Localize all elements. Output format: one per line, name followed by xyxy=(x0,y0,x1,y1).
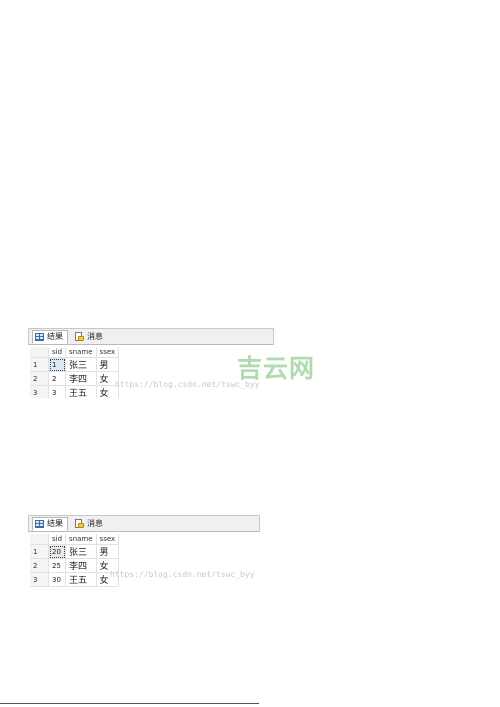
grid-header-row: sid sname ssex xyxy=(30,534,120,545)
grid-header-row: sid sname ssex xyxy=(30,347,120,358)
column-header-ssex[interactable]: ssex xyxy=(96,347,120,358)
grid-corner[interactable] xyxy=(30,534,49,545)
cell-sname[interactable]: 王五 xyxy=(65,385,97,398)
result-tabbar: 结果 消息 xyxy=(28,515,260,532)
cell-sname[interactable]: 王五 xyxy=(65,572,97,587)
cell-sname[interactable]: 李四 xyxy=(65,371,97,386)
row-number[interactable]: 3 xyxy=(30,572,49,587)
tab-results[interactable]: 结果 xyxy=(32,329,68,344)
results-grid: sid sname ssex 1 1 张三 男 2 2 李四 女 3 3 王五 … xyxy=(30,347,120,398)
page: 结果 消息 sid sname ssex 1 1 张三 男 2 2 李四 女 3… xyxy=(0,0,500,707)
url-watermark: https://blog.csdn.net/tswc_byy xyxy=(110,570,255,579)
message-icon xyxy=(75,518,84,529)
column-header-sid[interactable]: sid xyxy=(48,534,67,545)
table-row: 1 1 张三 男 xyxy=(30,357,120,372)
cell-sid[interactable]: 25 xyxy=(48,558,67,573)
page-divider xyxy=(0,703,259,704)
cell-ssex[interactable]: 男 xyxy=(96,544,120,559)
message-icon xyxy=(75,331,84,342)
tab-messages-label: 消息 xyxy=(87,332,103,341)
cell-sname[interactable]: 张三 xyxy=(65,357,97,372)
results-grid: sid sname ssex 1 20 张三 男 2 25 李四 女 3 30 … xyxy=(30,534,120,587)
cell-sname[interactable]: 李四 xyxy=(65,558,97,573)
table-row: 3 3 王五 女 xyxy=(30,385,120,398)
tab-messages[interactable]: 消息 xyxy=(72,517,108,531)
table-row: 3 30 王五 女 xyxy=(30,572,120,587)
column-header-ssex[interactable]: ssex xyxy=(96,534,120,545)
cell-sid[interactable]: 2 xyxy=(48,371,67,386)
grid-corner[interactable] xyxy=(30,347,49,358)
row-number[interactable]: 1 xyxy=(30,544,49,559)
table-row: 2 25 李四 女 xyxy=(30,558,120,573)
row-number[interactable]: 1 xyxy=(30,357,49,372)
tab-results[interactable]: 结果 xyxy=(32,516,68,531)
cell-sid[interactable]: 20 xyxy=(48,544,67,559)
row-number[interactable]: 2 xyxy=(30,371,49,386)
tab-messages[interactable]: 消息 xyxy=(72,330,108,344)
column-header-sname[interactable]: sname xyxy=(65,347,97,358)
table-row: 1 20 张三 男 xyxy=(30,544,120,559)
grid-icon xyxy=(35,519,44,528)
result-tabbar: 结果 消息 xyxy=(28,328,274,345)
site-logo-watermark: 吉云网 xyxy=(237,354,316,383)
tab-messages-label: 消息 xyxy=(87,519,103,528)
table-row: 2 2 李四 女 xyxy=(30,371,120,386)
column-header-sid[interactable]: sid xyxy=(48,347,67,358)
grid-icon xyxy=(35,332,44,341)
row-number[interactable]: 2 xyxy=(30,558,49,573)
tab-results-label: 结果 xyxy=(47,332,63,341)
cell-sid[interactable]: 1 xyxy=(48,357,67,372)
cell-sname[interactable]: 张三 xyxy=(65,544,97,559)
cell-sid[interactable]: 30 xyxy=(48,572,67,587)
cell-ssex[interactable]: 男 xyxy=(96,357,120,372)
tab-results-label: 结果 xyxy=(47,519,63,528)
cell-sid[interactable]: 3 xyxy=(48,385,67,398)
column-header-sname[interactable]: sname xyxy=(65,534,97,545)
row-number[interactable]: 3 xyxy=(30,385,49,398)
